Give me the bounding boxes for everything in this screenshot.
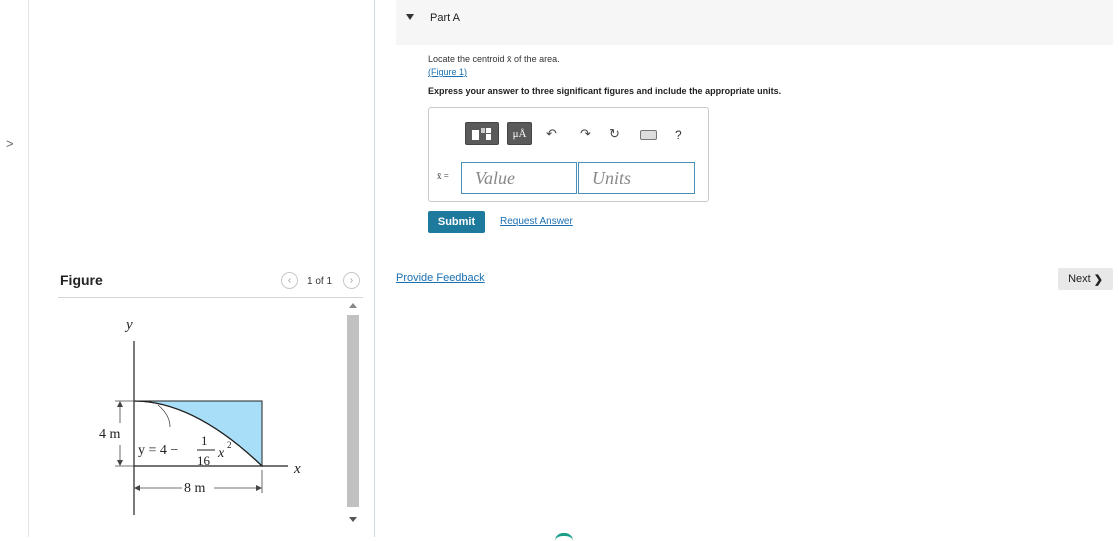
- figure-diagram: y x 4 m 8 m y = 4 − 1 16 x 2: [99, 317, 301, 515]
- equation-leader: [157, 404, 171, 428]
- part-header[interactable]: [396, 0, 1113, 45]
- submit-button[interactable]: Submit: [428, 211, 485, 233]
- height-arrow-up-icon: [117, 401, 123, 407]
- figure-divider: [58, 297, 363, 298]
- units-input[interactable]: [578, 162, 695, 194]
- caret-down-icon[interactable]: [406, 14, 414, 20]
- scroll-up-arrow-icon[interactable]: [349, 303, 357, 308]
- scroll-thumb[interactable]: [347, 315, 359, 507]
- height-arrow-down-icon: [117, 460, 123, 466]
- x-axis-label: x: [293, 461, 301, 477]
- templates-button[interactable]: [465, 122, 499, 145]
- next-button[interactable]: Next ❯: [1058, 268, 1113, 290]
- template-icon: [472, 127, 491, 140]
- request-answer-link[interactable]: Request Answer: [500, 216, 573, 227]
- answer-instructions: Express your answer to three significant…: [428, 86, 782, 96]
- progress-indicator: [555, 533, 573, 541]
- chevron-right-icon: ›: [349, 275, 354, 286]
- reset-icon[interactable]: ↻: [609, 126, 620, 142]
- units-button[interactable]: μÅ: [507, 122, 532, 145]
- problem-statement: Locate the centroid x̄ of the area.: [428, 54, 560, 64]
- keyboard-icon[interactable]: [640, 130, 657, 140]
- value-input[interactable]: [461, 162, 577, 194]
- previous-figure-button[interactable]: ‹: [281, 272, 298, 289]
- left-collapse-strip: [0, 0, 29, 537]
- next-label: Next: [1068, 273, 1091, 285]
- next-figure-button[interactable]: ›: [343, 272, 360, 289]
- figure-pager: 1 of 1: [307, 276, 333, 287]
- part-title[interactable]: Part A: [430, 12, 460, 24]
- width-arrow-right-icon: [256, 485, 262, 491]
- chevron-left-icon: ‹: [287, 275, 292, 286]
- chevron-right-icon: ❯: [1093, 273, 1103, 286]
- y-axis-label: y: [124, 317, 133, 333]
- equation-numerator: 1: [201, 433, 208, 448]
- help-icon[interactable]: ?: [675, 128, 682, 142]
- answer-variable-label: x̄ =: [437, 171, 449, 181]
- equation-variable: x: [217, 446, 225, 461]
- equation-denominator: 16: [197, 453, 211, 468]
- figure-title: Figure: [60, 272, 103, 288]
- height-label: 4 m: [99, 427, 121, 442]
- scroll-down-arrow-icon[interactable]: [349, 517, 357, 522]
- width-arrow-left-icon: [134, 485, 140, 491]
- provide-feedback-link[interactable]: Provide Feedback: [396, 272, 485, 284]
- undo-icon[interactable]: ↶: [546, 126, 557, 142]
- equation-lhs: y = 4 −: [138, 443, 178, 458]
- equation-exponent: 2: [227, 440, 232, 450]
- width-label: 8 m: [184, 481, 206, 496]
- figure-link[interactable]: (Figure 1): [428, 67, 467, 77]
- expand-panel-icon[interactable]: >: [6, 136, 14, 151]
- redo-icon[interactable]: ↷: [580, 126, 591, 142]
